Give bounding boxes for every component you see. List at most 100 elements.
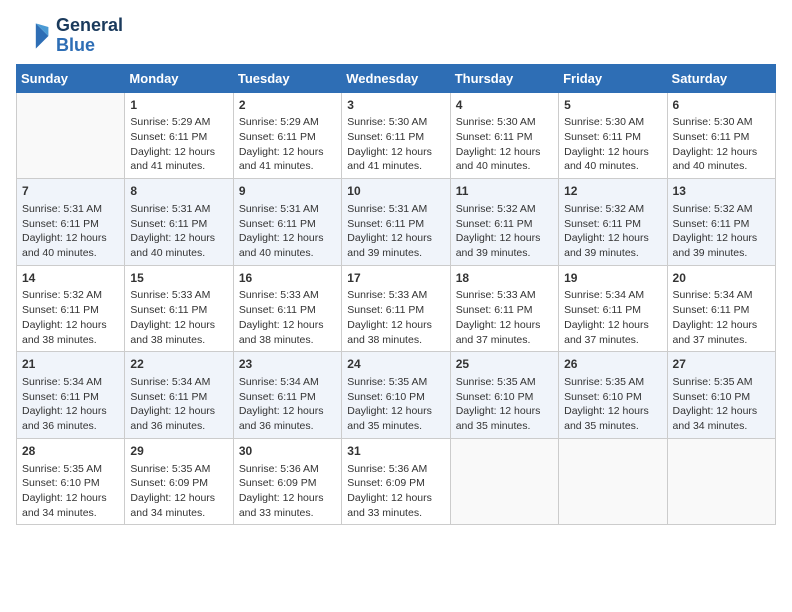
cell-info: Sunrise: 5:30 AM bbox=[673, 115, 770, 130]
cell-info: Sunrise: 5:34 AM bbox=[564, 288, 661, 303]
calendar-cell: 24Sunrise: 5:35 AMSunset: 6:10 PMDayligh… bbox=[342, 352, 450, 439]
calendar-cell: 7Sunrise: 5:31 AMSunset: 6:11 PMDaylight… bbox=[17, 179, 125, 266]
cell-info: Sunset: 6:11 PM bbox=[347, 130, 444, 145]
cell-info: Daylight: 12 hours and 39 minutes. bbox=[673, 231, 770, 260]
day-number: 19 bbox=[564, 270, 661, 287]
cell-info: Sunset: 6:11 PM bbox=[130, 130, 227, 145]
cell-info: Sunset: 6:11 PM bbox=[347, 303, 444, 318]
day-number: 9 bbox=[239, 183, 336, 200]
day-number: 14 bbox=[22, 270, 119, 287]
cell-info: Sunrise: 5:36 AM bbox=[347, 462, 444, 477]
cell-info: Daylight: 12 hours and 33 minutes. bbox=[347, 491, 444, 520]
day-number: 26 bbox=[564, 356, 661, 373]
calendar-cell bbox=[450, 438, 558, 525]
calendar-cell: 13Sunrise: 5:32 AMSunset: 6:11 PMDayligh… bbox=[667, 179, 775, 266]
day-number: 23 bbox=[239, 356, 336, 373]
cell-info: Sunset: 6:11 PM bbox=[564, 303, 661, 318]
calendar-cell: 14Sunrise: 5:32 AMSunset: 6:11 PMDayligh… bbox=[17, 265, 125, 352]
weekday-header: Saturday bbox=[667, 64, 775, 92]
cell-info: Sunrise: 5:35 AM bbox=[347, 375, 444, 390]
weekday-header: Thursday bbox=[450, 64, 558, 92]
cell-info: Daylight: 12 hours and 39 minutes. bbox=[564, 231, 661, 260]
calendar-cell: 20Sunrise: 5:34 AMSunset: 6:11 PMDayligh… bbox=[667, 265, 775, 352]
calendar-cell: 28 Sunrise: 5:35 AMSunset: 6:10 PMDayligh… bbox=[17, 438, 125, 525]
cell-info: Sunset: 6:11 PM bbox=[239, 217, 336, 232]
cell-info: Daylight: 12 hours and 41 minutes. bbox=[239, 145, 336, 174]
calendar-cell: 15Sunrise: 5:33 AMSunset: 6:11 PMDayligh… bbox=[125, 265, 233, 352]
cell-info: Daylight: 12 hours and 40 minutes. bbox=[130, 231, 227, 260]
day-number: 10 bbox=[347, 183, 444, 200]
day-number: 24 bbox=[347, 356, 444, 373]
cell-info: Daylight: 12 hours and 39 minutes. bbox=[347, 231, 444, 260]
cell-info: Daylight: 12 hours and 34 minutes. bbox=[673, 404, 770, 433]
cell-info: Sunset: 6:11 PM bbox=[130, 217, 227, 232]
cell-info: Sunset: 6:09 PM bbox=[239, 476, 336, 491]
cell-info: Sunset: 6:10 PM bbox=[22, 476, 119, 491]
day-number: 25 bbox=[456, 356, 553, 373]
logo-icon bbox=[16, 18, 52, 54]
cell-info: Sunrise: 5:35 AM bbox=[673, 375, 770, 390]
cell-info: Sunset: 6:10 PM bbox=[456, 390, 553, 405]
cell-info: Daylight: 12 hours and 34 minutes. bbox=[22, 491, 119, 520]
cell-info: Daylight: 12 hours and 38 minutes. bbox=[22, 318, 119, 347]
cell-info: Daylight: 12 hours and 37 minutes. bbox=[456, 318, 553, 347]
calendar-cell: 26Sunrise: 5:35 AMSunset: 6:10 PMDayligh… bbox=[559, 352, 667, 439]
calendar-cell: 19Sunrise: 5:34 AMSunset: 6:11 PMDayligh… bbox=[559, 265, 667, 352]
cell-info: Sunrise: 5:34 AM bbox=[130, 375, 227, 390]
day-number: 31 bbox=[347, 443, 444, 460]
calendar-cell: 10Sunrise: 5:31 AMSunset: 6:11 PMDayligh… bbox=[342, 179, 450, 266]
day-number: 12 bbox=[564, 183, 661, 200]
cell-info: Daylight: 12 hours and 40 minutes. bbox=[456, 145, 553, 174]
weekday-header: Wednesday bbox=[342, 64, 450, 92]
cell-info: Daylight: 12 hours and 36 minutes. bbox=[239, 404, 336, 433]
cell-info: Daylight: 12 hours and 40 minutes. bbox=[22, 231, 119, 260]
day-number: 17 bbox=[347, 270, 444, 287]
cell-info: Sunset: 6:10 PM bbox=[673, 390, 770, 405]
page-header: General Blue bbox=[16, 16, 776, 56]
day-number: 7 bbox=[22, 183, 119, 200]
calendar-cell bbox=[559, 438, 667, 525]
cell-info: Sunrise: 5:32 AM bbox=[22, 288, 119, 303]
calendar-cell: 3Sunrise: 5:30 AMSunset: 6:11 PMDaylight… bbox=[342, 92, 450, 179]
calendar-cell: 22Sunrise: 5:34 AMSunset: 6:11 PMDayligh… bbox=[125, 352, 233, 439]
weekday-header: Tuesday bbox=[233, 64, 341, 92]
cell-info: Sunset: 6:09 PM bbox=[347, 476, 444, 491]
calendar-cell: 9Sunrise: 5:31 AMSunset: 6:11 PMDaylight… bbox=[233, 179, 341, 266]
cell-info: Daylight: 12 hours and 37 minutes. bbox=[673, 318, 770, 347]
day-number: 22 bbox=[130, 356, 227, 373]
day-number: 4 bbox=[456, 97, 553, 114]
cell-info: Sunset: 6:11 PM bbox=[239, 130, 336, 145]
calendar-cell: 30Sunrise: 5:36 AMSunset: 6:09 PMDayligh… bbox=[233, 438, 341, 525]
calendar-header: SundayMondayTuesdayWednesdayThursdayFrid… bbox=[17, 64, 776, 92]
cell-info: Sunset: 6:11 PM bbox=[564, 130, 661, 145]
cell-info: Sunrise: 5:34 AM bbox=[239, 375, 336, 390]
calendar-table: SundayMondayTuesdayWednesdayThursdayFrid… bbox=[16, 64, 776, 526]
logo: General Blue bbox=[16, 16, 123, 56]
cell-info: Sunrise: 5:33 AM bbox=[130, 288, 227, 303]
cell-info: Sunset: 6:11 PM bbox=[564, 217, 661, 232]
calendar-cell: 31 Sunrise: 5:36 AMSunset: 6:09 PMDayligh… bbox=[342, 438, 450, 525]
calendar-cell: 8Sunrise: 5:31 AMSunset: 6:11 PMDaylight… bbox=[125, 179, 233, 266]
cell-info: Sunrise: 5:29 AM bbox=[239, 115, 336, 130]
day-number: 11 bbox=[456, 183, 553, 200]
cell-info: Sunrise: 5:31 AM bbox=[22, 202, 119, 217]
cell-info: Daylight: 12 hours and 36 minutes. bbox=[22, 404, 119, 433]
cell-info: Daylight: 12 hours and 41 minutes. bbox=[130, 145, 227, 174]
cell-info: Sunrise: 5:31 AM bbox=[239, 202, 336, 217]
cell-info: Sunrise: 5:32 AM bbox=[673, 202, 770, 217]
day-number: 28 bbox=[22, 443, 119, 460]
day-number: 16 bbox=[239, 270, 336, 287]
cell-info: Sunrise: 5:35 AM bbox=[22, 462, 119, 477]
cell-info: Sunset: 6:10 PM bbox=[564, 390, 661, 405]
cell-info: Daylight: 12 hours and 40 minutes. bbox=[673, 145, 770, 174]
cell-info: Sunset: 6:11 PM bbox=[22, 303, 119, 318]
cell-info: Daylight: 12 hours and 36 minutes. bbox=[130, 404, 227, 433]
cell-info: Sunset: 6:11 PM bbox=[673, 217, 770, 232]
calendar-cell: 5Sunrise: 5:30 AMSunset: 6:11 PMDaylight… bbox=[559, 92, 667, 179]
cell-info: Daylight: 12 hours and 40 minutes. bbox=[564, 145, 661, 174]
day-number: 30 bbox=[239, 443, 336, 460]
cell-info: Sunrise: 5:36 AM bbox=[239, 462, 336, 477]
cell-info: Sunrise: 5:32 AM bbox=[456, 202, 553, 217]
cell-info: Daylight: 12 hours and 38 minutes. bbox=[347, 318, 444, 347]
cell-info: Daylight: 12 hours and 34 minutes. bbox=[130, 491, 227, 520]
